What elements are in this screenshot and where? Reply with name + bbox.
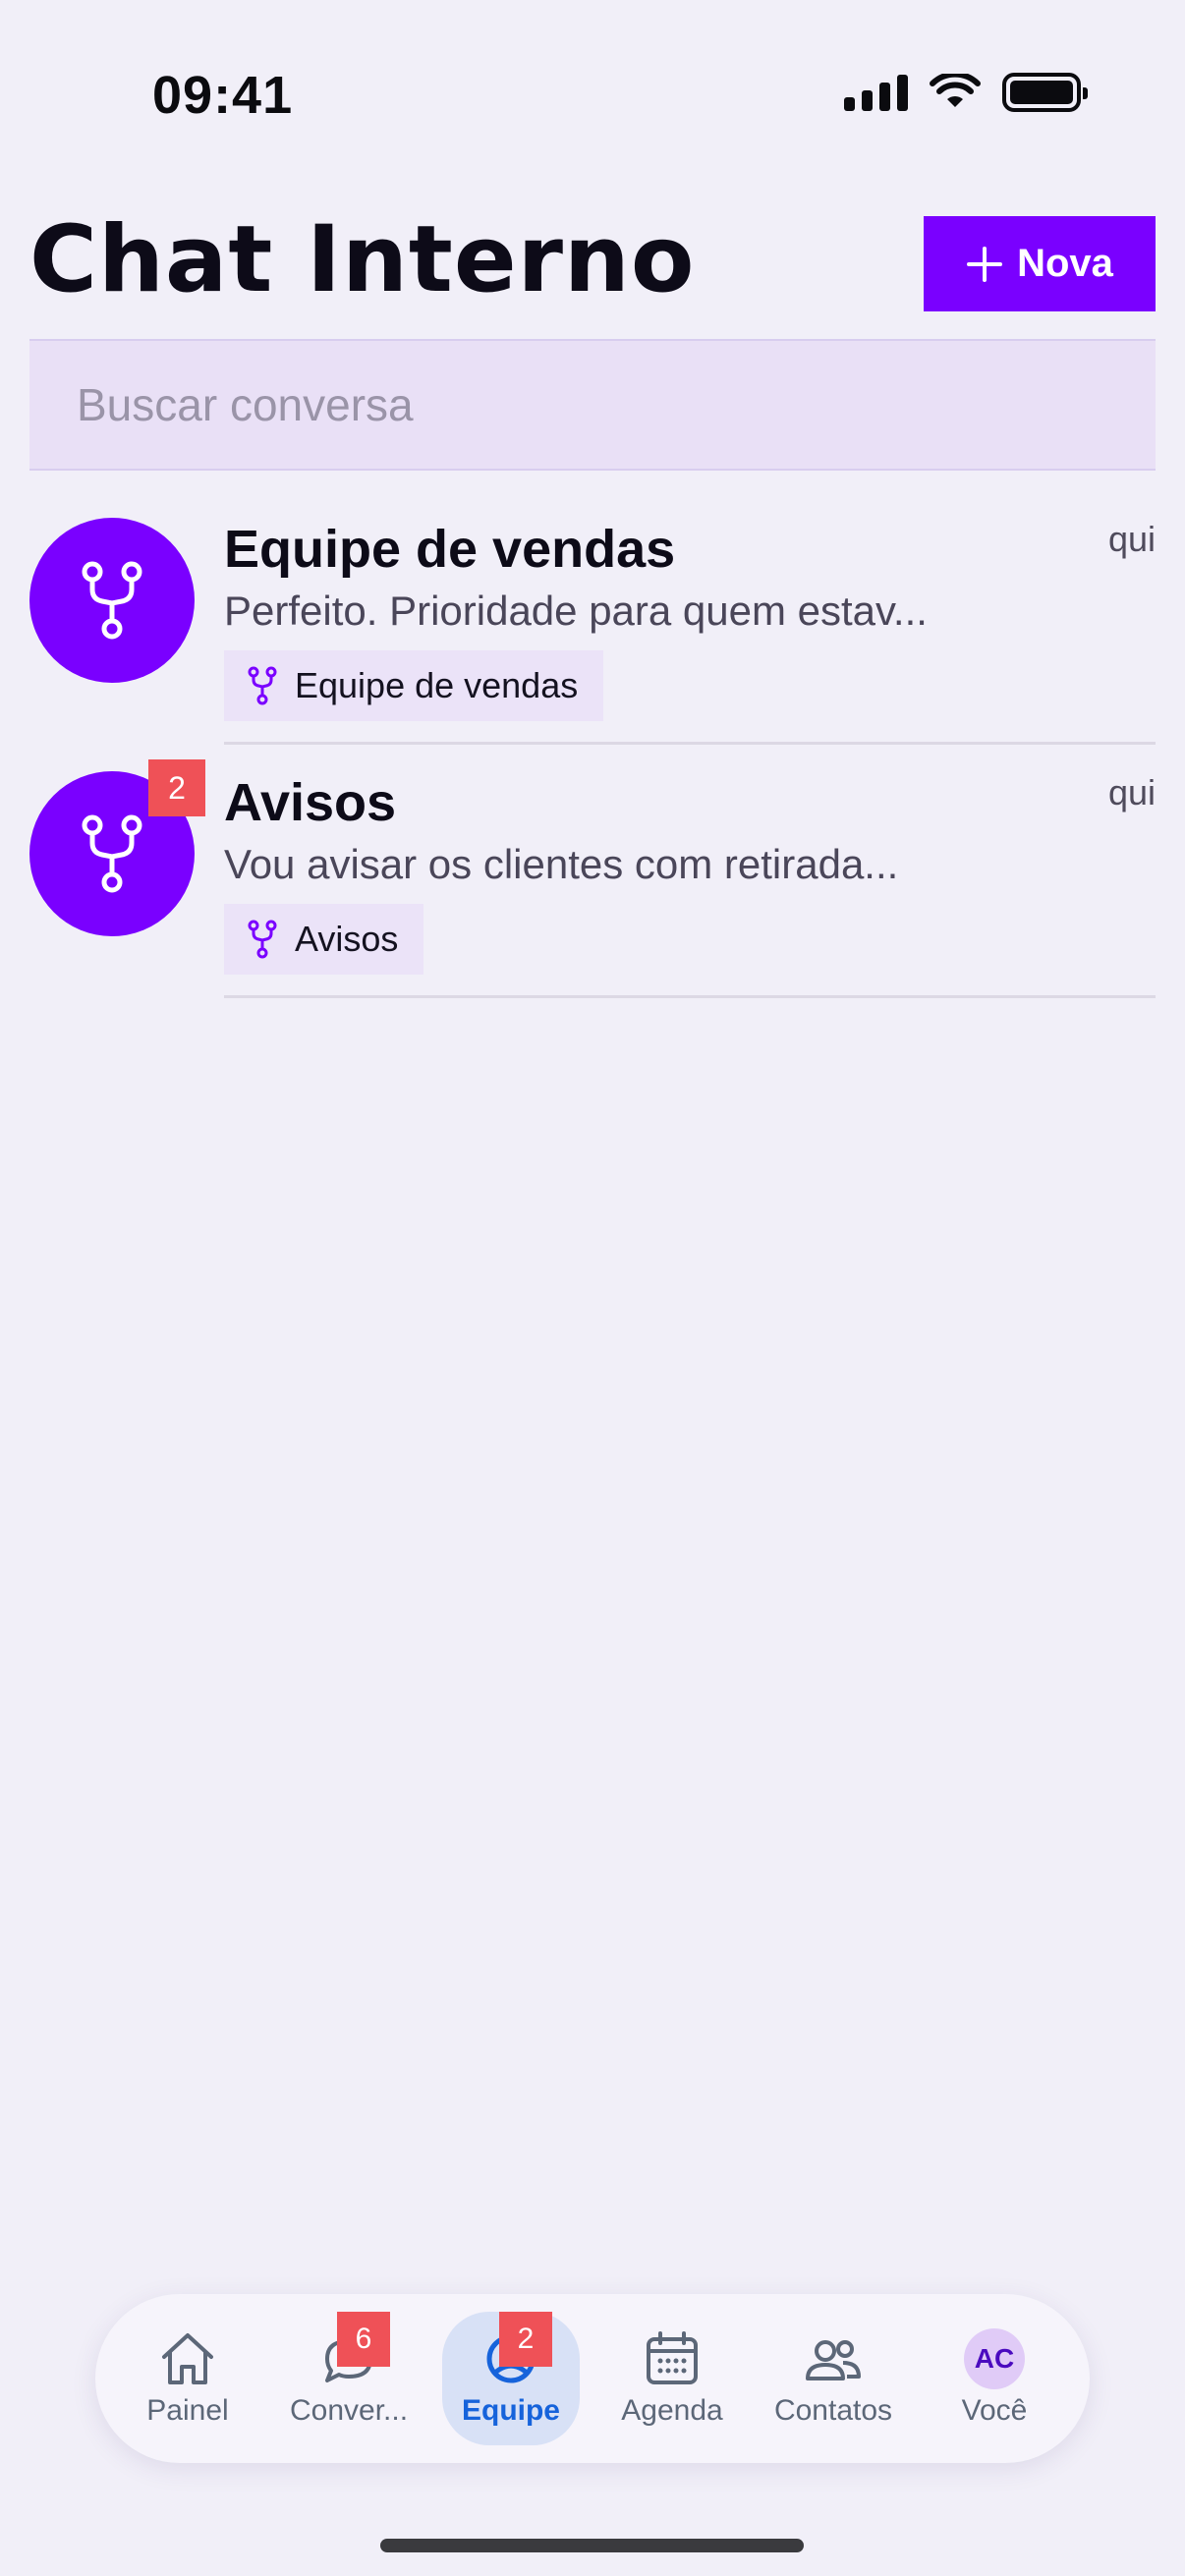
conversation-name: Avisos [224, 773, 397, 832]
conversation-tag: Avisos [224, 904, 424, 975]
branch-icon [82, 561, 142, 640]
tab-painel[interactable]: Painel [119, 2312, 256, 2445]
calendar-icon [639, 2327, 705, 2390]
group-avatar [29, 518, 195, 683]
tab-conversas[interactable]: Conver... 6 [280, 2312, 418, 2445]
new-conversation-button[interactable]: Nova [924, 216, 1156, 311]
tab-badge: 6 [337, 2312, 390, 2367]
tab-badge: 2 [499, 2312, 552, 2367]
tab-label: Contatos [773, 2394, 893, 2427]
battery-icon [1002, 73, 1088, 112]
unread-badge: 2 [148, 759, 205, 816]
tab-contatos[interactable]: Contatos [764, 2312, 902, 2445]
conversation-body: Equipe de vendas qui Perfeito. Prioridad… [224, 491, 1156, 745]
tab-label: Equipe [461, 2394, 560, 2427]
page-title: Chat Interno [29, 206, 696, 313]
conversation-name: Equipe de vendas [224, 520, 676, 579]
branch-icon [82, 814, 142, 893]
branch-icon [248, 666, 277, 705]
branch-icon [248, 920, 277, 959]
avatar: AC [961, 2327, 1028, 2390]
conversation-tag-label: Avisos [295, 919, 399, 959]
conversation-tag-label: Equipe de vendas [295, 665, 579, 705]
tab-voce[interactable]: AC Você [926, 2312, 1063, 2445]
tab-equipe[interactable]: Equipe 2 [442, 2312, 580, 2445]
tab-label: Painel [146, 2394, 229, 2427]
new-button-label: Nova [1017, 242, 1113, 285]
search-bar[interactable] [29, 339, 1156, 471]
contacts-icon [800, 2327, 867, 2390]
conversation-list: Equipe de vendas qui Perfeito. Prioridad… [29, 491, 1156, 998]
conversation-preview: Vou avisar os clientes com retirada... [224, 841, 899, 887]
tab-agenda[interactable]: Agenda [603, 2312, 741, 2445]
conversation-row[interactable]: Equipe de vendas qui Perfeito. Prioridad… [29, 491, 1156, 745]
bottom-tab-bar: Painel Conver... 6 Equipe 2 Agenda Conta… [95, 2294, 1090, 2463]
home-indicator [380, 2539, 804, 2552]
plus-icon [967, 246, 1003, 282]
conversation-tag: Equipe de vendas [224, 650, 604, 721]
search-input[interactable] [77, 378, 1156, 431]
status-icons [844, 73, 1088, 112]
status-time: 09:41 [152, 66, 294, 125]
conversation-preview: Perfeito. Prioridade para quem estav... [224, 588, 928, 634]
avatar-initials: AC [964, 2328, 1025, 2389]
tab-label: Conver... [289, 2394, 409, 2427]
cellular-signal-icon [844, 74, 908, 111]
conversation-body: Avisos qui Vou avisar os clientes com re… [224, 745, 1156, 998]
tab-label: Você [961, 2394, 1028, 2427]
wifi-icon [930, 74, 981, 107]
status-bar: 09:41 [0, 0, 1185, 196]
conversation-time: qui [1107, 519, 1156, 559]
tab-label: Agenda [621, 2394, 723, 2427]
home-icon [154, 2327, 221, 2390]
conversation-time: qui [1107, 772, 1156, 812]
